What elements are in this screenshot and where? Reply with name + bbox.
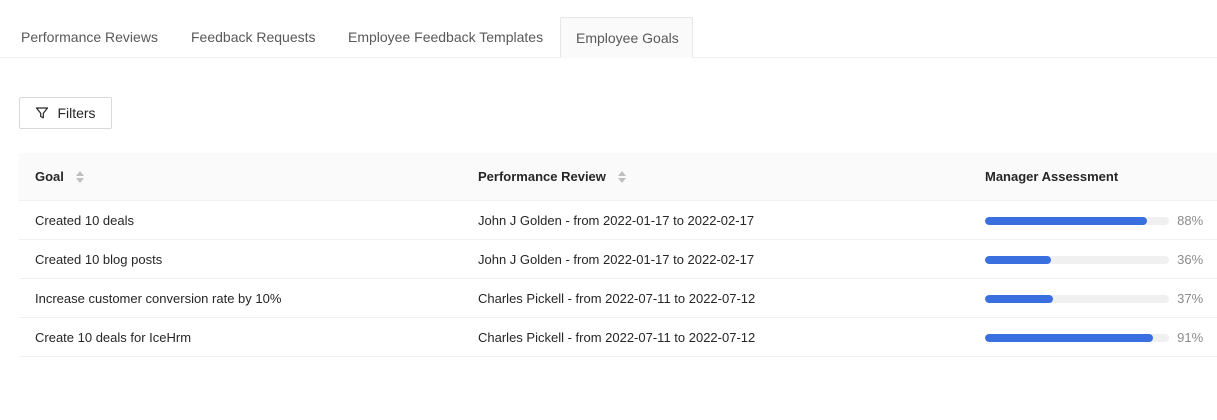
progress-track <box>985 216 1170 225</box>
filters-button[interactable]: Filters <box>19 97 112 129</box>
table-row[interactable]: Create 10 deals for IceHrm Charles Picke… <box>19 318 1217 357</box>
goal-cell: Created 10 blog posts <box>35 252 163 267</box>
progress-track <box>985 333 1170 342</box>
manager-assessment-progress: 91% <box>985 318 1207 357</box>
goal-cell: Created 10 deals <box>35 213 135 228</box>
goals-table: Goal Performance Review Manager Assessme… <box>19 153 1217 357</box>
tab-bar: Performance Reviews Feedback Requests Em… <box>0 0 1217 58</box>
progress-percent: 91% <box>1177 330 1204 345</box>
sort-icon[interactable] <box>75 170 84 184</box>
performance-review-cell: John J Golden - from 2022-01-17 to 2022-… <box>478 213 755 228</box>
progress-fill <box>985 216 1148 225</box>
tab-employee-feedback-templates[interactable]: Employee Feedback Templates <box>348 17 543 58</box>
table-row[interactable]: Increase customer conversion rate by 10%… <box>19 279 1217 318</box>
goal-cell: Increase customer conversion rate by 10% <box>35 291 282 306</box>
progress-fill <box>985 333 1153 342</box>
filter-icon <box>35 106 49 120</box>
progress-percent: 37% <box>1177 291 1204 306</box>
goal-cell: Create 10 deals for IceHrm <box>35 330 192 345</box>
sort-icon[interactable] <box>617 170 626 184</box>
table-body: Created 10 deals John J Golden - from 20… <box>19 201 1217 357</box>
progress-fill <box>985 294 1054 303</box>
column-header-performance-review[interactable]: Performance Review <box>478 153 626 201</box>
performance-review-cell: Charles Pickell - from 2022-07-11 to 202… <box>478 330 756 345</box>
performance-review-cell: Charles Pickell - from 2022-07-11 to 202… <box>478 291 756 306</box>
table-header: Goal Performance Review Manager Assessme… <box>19 153 1217 201</box>
column-header-review-label: Performance Review <box>478 169 606 184</box>
column-header-goal[interactable]: Goal <box>35 153 84 201</box>
performance-review-cell: John J Golden - from 2022-01-17 to 2022-… <box>478 252 755 267</box>
manager-assessment-progress: 37% <box>985 279 1207 318</box>
table-row[interactable]: Created 10 deals John J Golden - from 20… <box>19 201 1217 240</box>
progress-track <box>985 294 1170 303</box>
progress-fill <box>985 255 1052 264</box>
column-header-manager-assessment: Manager Assessment <box>985 169 1119 184</box>
progress-percent: 88% <box>1177 213 1204 228</box>
progress-percent: 36% <box>1177 252 1204 267</box>
column-header-goal-label: Goal <box>35 169 64 184</box>
tab-performance-reviews[interactable]: Performance Reviews <box>21 17 158 58</box>
manager-assessment-progress: 36% <box>985 240 1207 279</box>
filters-label: Filters <box>57 105 96 121</box>
manager-assessment-progress: 88% <box>985 201 1207 240</box>
tab-feedback-requests[interactable]: Feedback Requests <box>191 17 316 58</box>
progress-track <box>985 255 1170 264</box>
tab-employee-goals[interactable]: Employee Goals <box>560 17 693 58</box>
table-row[interactable]: Created 10 blog posts John J Golden - fr… <box>19 240 1217 279</box>
